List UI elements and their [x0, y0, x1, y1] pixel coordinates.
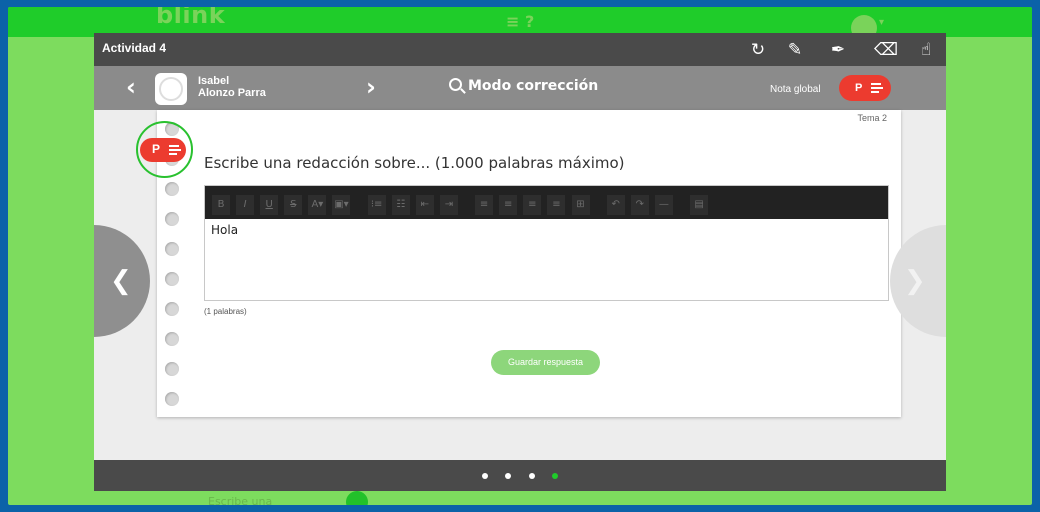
student-name: Isabel Alonzo Parra [198, 75, 266, 99]
topic-label: Tema 2 [857, 113, 887, 123]
text-color-icon[interactable]: A▾ [308, 195, 327, 215]
app-logo[interactable]: blink [156, 7, 225, 29]
notebook-ring [165, 332, 179, 346]
ordered-list-icon[interactable]: ⁝≡ [367, 195, 386, 215]
correction-mode: Modo corrección [449, 78, 598, 94]
correction-mark-badge[interactable]: P [140, 138, 186, 162]
background-circle-icon [346, 491, 368, 505]
notebook-ring [165, 302, 179, 316]
horizontal-rule-icon[interactable]: — [654, 195, 673, 215]
outdent-icon[interactable]: ⇤ [415, 195, 434, 215]
next-student-icon[interactable]: › [366, 75, 376, 99]
global-grade-label: Nota global [770, 84, 821, 95]
student-avatar [155, 73, 187, 105]
underline-icon[interactable]: U [260, 195, 279, 215]
prev-student-icon[interactable]: ‹ [126, 75, 136, 99]
eraser-icon[interactable]: ⌫ [874, 39, 898, 61]
page-dot-3[interactable] [528, 473, 535, 479]
question-text: Escribe una redacción sobre... (1.000 pa… [204, 154, 625, 172]
lines-icon [169, 143, 182, 157]
page-dot-1[interactable] [482, 473, 489, 479]
save-answer-button[interactable]: Guardar respuesta [491, 350, 600, 375]
bold-icon[interactable]: B [212, 195, 230, 215]
notebook-ring [165, 362, 179, 376]
activity-modal: Actividad 4 ↻ ✎ ✒ ⌫ ☝ ‹ Isabel Alonzo Pa… [94, 33, 946, 491]
undo-icon[interactable]: ↶ [606, 195, 625, 215]
align-right-icon[interactable]: ≡ [523, 195, 542, 215]
page-dot-4[interactable] [551, 473, 558, 479]
notebook-ring [165, 212, 179, 226]
page-dot-2[interactable] [505, 473, 512, 479]
global-grade-value: P [855, 81, 863, 94]
search-icon [449, 78, 462, 91]
pencil-icon[interactable]: ✎ [784, 39, 806, 61]
modal-header: Actividad 4 ↻ ✎ ✒ ⌫ ☝ [94, 33, 946, 66]
editor-toolbar: B I U S A▾ ▣▾ ⁝≡ ☷ ⇤ ⇥ ≡ ≡ ≡ ≡ ⊞ ↶ ↷ — ▤ [205, 186, 888, 219]
italic-icon[interactable]: I [236, 195, 255, 215]
student-first-name: Isabel [198, 75, 230, 87]
table-icon[interactable]: ⊞ [571, 195, 590, 215]
modal-title: Actividad 4 [102, 41, 167, 55]
mode-label: Modo corrección [468, 78, 599, 94]
refresh-icon[interactable]: ↻ [747, 39, 769, 61]
lines-icon [871, 81, 884, 95]
pagination [94, 460, 946, 491]
background-text: Escribe una [208, 495, 273, 505]
notebook-ring [165, 242, 179, 256]
strikethrough-icon[interactable]: S [284, 195, 303, 215]
word-count: (1 palabras) [204, 307, 247, 316]
student-last-name: Alonzo Parra [198, 87, 266, 99]
notebook-ring [165, 182, 179, 196]
rich-text-editor[interactable]: B I U S A▾ ▣▾ ⁝≡ ☷ ⇤ ⇥ ≡ ≡ ≡ ≡ ⊞ ↶ ↷ — ▤… [204, 185, 889, 301]
global-grade-badge[interactable]: P [839, 75, 891, 101]
align-left-icon[interactable]: ≡ [475, 195, 494, 215]
redo-icon[interactable]: ↷ [630, 195, 649, 215]
align-justify-icon[interactable]: ≡ [547, 195, 566, 215]
menu-icon[interactable]: ≡ ? [506, 14, 534, 30]
notebook-ring [165, 392, 179, 406]
document-icon[interactable]: ▤ [690, 195, 709, 215]
hand-icon[interactable]: ☝ [915, 39, 937, 61]
unordered-list-icon[interactable]: ☷ [391, 195, 410, 215]
activity-content: Tema 2 Escribe una redacción sobre... (1… [157, 110, 901, 417]
chevron-down-icon[interactable]: ▾ [879, 17, 884, 28]
indent-icon[interactable]: ⇥ [439, 195, 458, 215]
align-center-icon[interactable]: ≡ [499, 195, 518, 215]
answer-text[interactable]: Hola [205, 219, 888, 241]
bg-color-icon[interactable]: ▣▾ [332, 195, 351, 215]
marker-icon[interactable]: ✒ [827, 39, 849, 61]
notebook-ring [165, 272, 179, 286]
smiley-icon [159, 77, 183, 101]
correction-mark-value: P [152, 142, 160, 156]
correction-subheader: ‹ Isabel Alonzo Parra › Modo corrección … [94, 66, 946, 110]
